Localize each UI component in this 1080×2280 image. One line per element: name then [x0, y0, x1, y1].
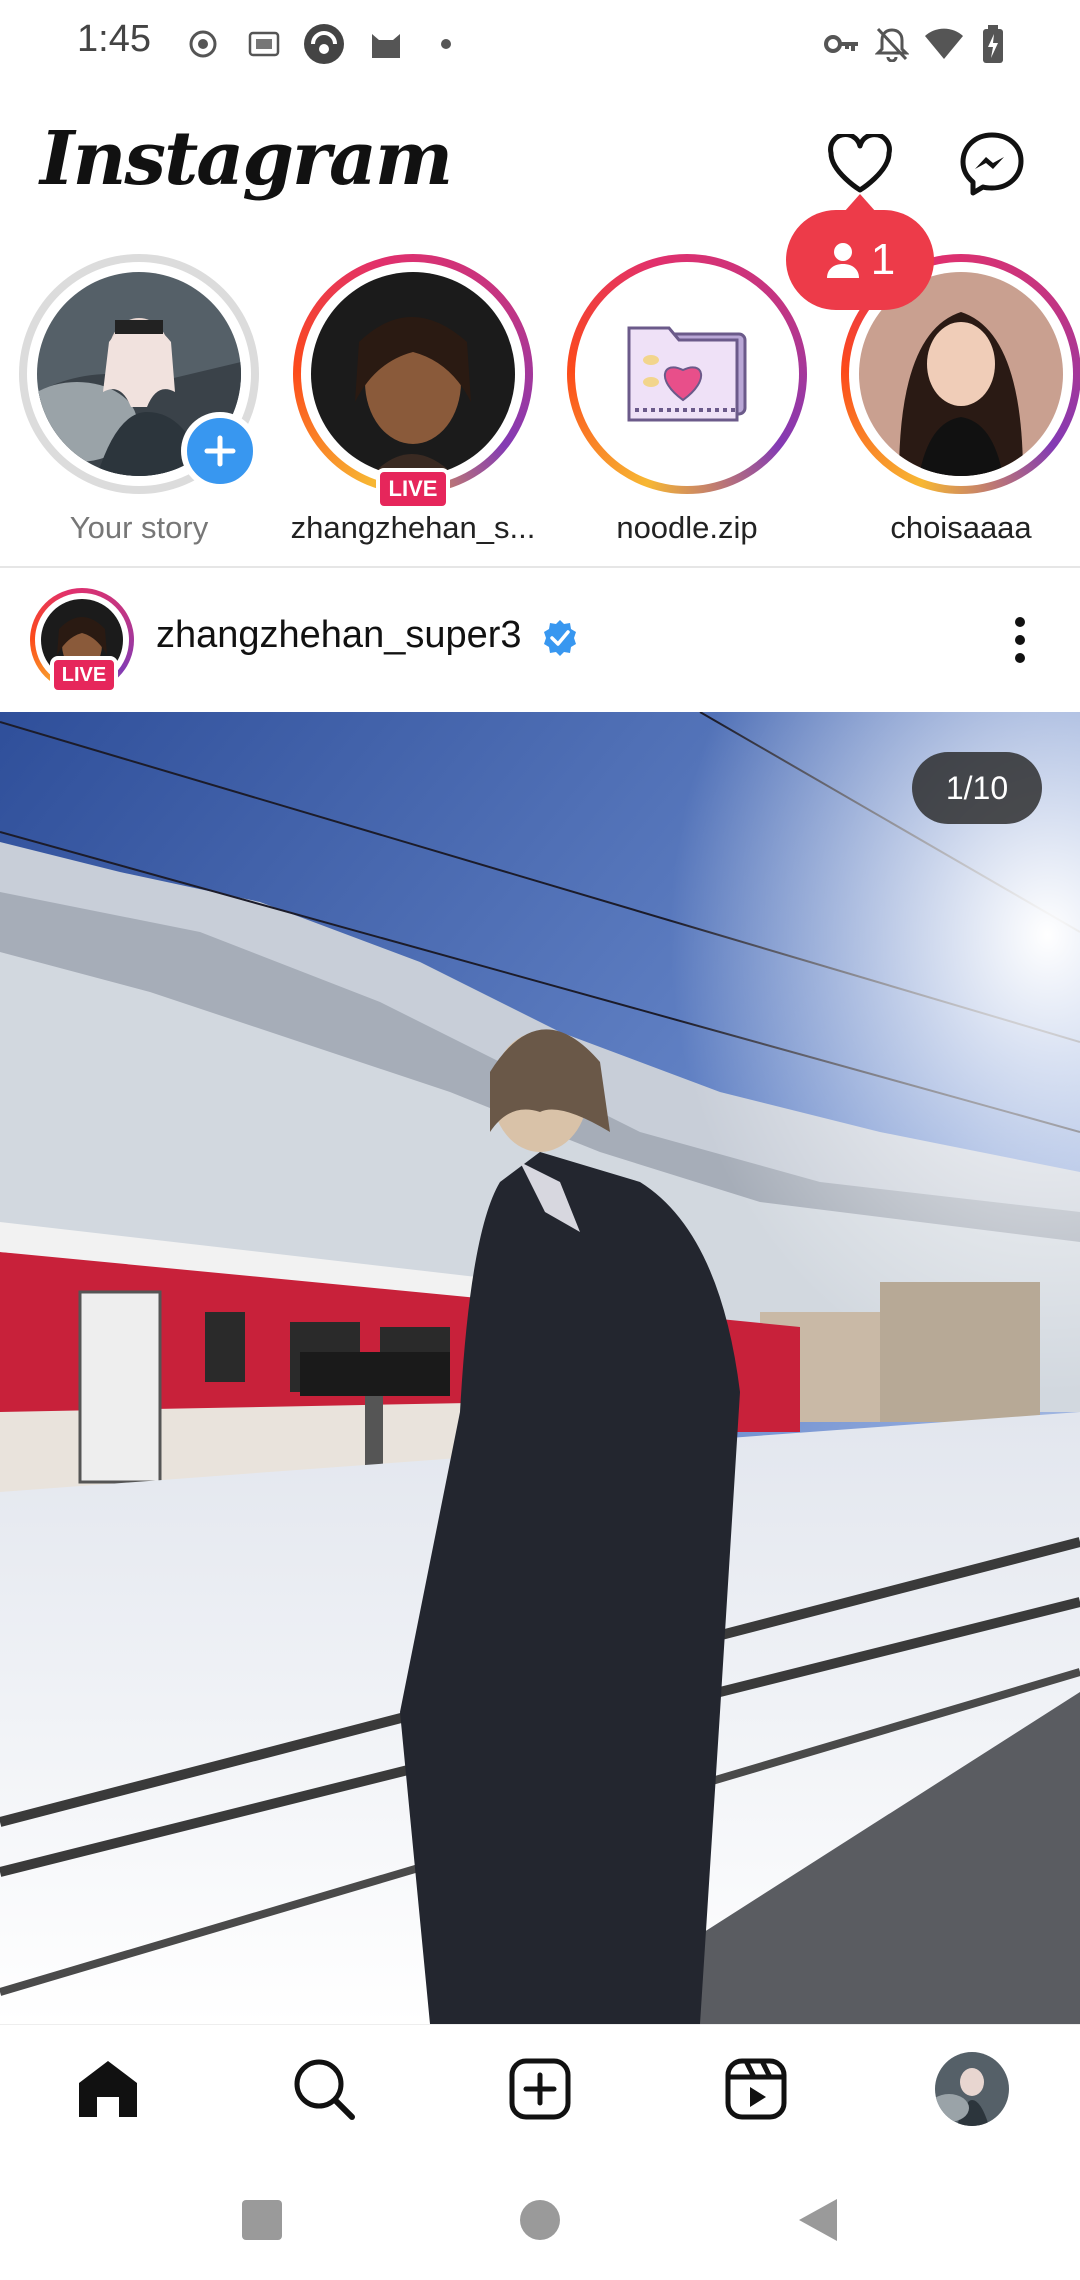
status-time: 1:45: [77, 18, 151, 60]
iqiyi-icon: [246, 22, 282, 66]
add-story-button[interactable]: [181, 412, 259, 490]
divider: [0, 566, 1080, 568]
reels-icon: [725, 2058, 787, 2120]
system-nav-bar: [0, 2152, 1080, 2280]
messenger-icon: [960, 132, 1024, 196]
vpn-key-icon: [822, 22, 862, 66]
cat-icon: [366, 22, 406, 66]
story-label: choisaaaa: [890, 510, 1032, 545]
circle-icon: [520, 2200, 560, 2240]
post-username[interactable]: zhangzhehan_super3: [156, 614, 522, 657]
verified-badge-icon: [540, 618, 580, 658]
wifi-icon: [922, 22, 966, 66]
profile-avatar: [935, 2052, 1009, 2126]
story-zhangzhehan[interactable]: LIVE zhangzhehan_s...: [288, 254, 538, 550]
home-icon: [79, 2061, 137, 2117]
story-label: noodle.zip: [616, 510, 758, 545]
dot-icon: [436, 22, 456, 66]
battery-icon: [978, 22, 1008, 66]
nav-create[interactable]: [500, 2049, 580, 2129]
plus-icon: [204, 435, 236, 467]
story-ring: [567, 254, 807, 494]
story-label: zhangzhehan_s...: [290, 510, 536, 545]
heart-icon: [828, 134, 892, 193]
home-button[interactable]: [510, 2190, 570, 2250]
create-icon: [509, 2058, 571, 2120]
follow-notification-bubble[interactable]: 1: [786, 194, 934, 310]
story-noodle-zip[interactable]: noodle.zip: [562, 254, 812, 550]
recents-button[interactable]: [232, 2190, 292, 2250]
avatar: [311, 272, 515, 476]
square-icon: [242, 2200, 282, 2240]
back-triangle-icon: [799, 2199, 837, 2241]
app-header: Instagram: [0, 100, 1080, 230]
live-badge: LIVE: [376, 468, 450, 510]
nav-search[interactable]: [284, 2049, 364, 2129]
search-icon: [294, 2059, 355, 2120]
image-counter: 1/10: [912, 752, 1042, 824]
messenger-button[interactable]: [954, 126, 1030, 202]
post-photo[interactable]: 1/10: [0, 712, 1080, 2024]
avatar: [585, 272, 789, 476]
story-your-story[interactable]: Your story: [14, 254, 264, 550]
status-bar: 1:45: [0, 0, 1080, 90]
back-button[interactable]: [788, 2190, 848, 2250]
more-vertical-icon: [1015, 617, 1025, 663]
app-icon: [302, 22, 346, 66]
activity-button[interactable]: [822, 126, 898, 202]
bottom-nav: [0, 2024, 1080, 2153]
nav-profile[interactable]: [932, 2049, 1012, 2129]
bell-off-icon: [872, 22, 912, 66]
notification-count: 1: [870, 235, 896, 284]
person-icon: [826, 243, 859, 278]
instagram-logo: Instagram: [40, 116, 453, 202]
live-badge: LIVE: [50, 656, 118, 694]
nav-reels[interactable]: [716, 2049, 796, 2129]
post-header: LIVE zhangzhehan_super3: [0, 574, 1080, 710]
story-ring: [293, 254, 533, 494]
post-photo-content: [0, 712, 1080, 2024]
record-icon: [186, 22, 220, 66]
story-label: Your story: [69, 510, 209, 545]
post-options-button[interactable]: [990, 610, 1050, 670]
nav-home[interactable]: [68, 2049, 148, 2129]
